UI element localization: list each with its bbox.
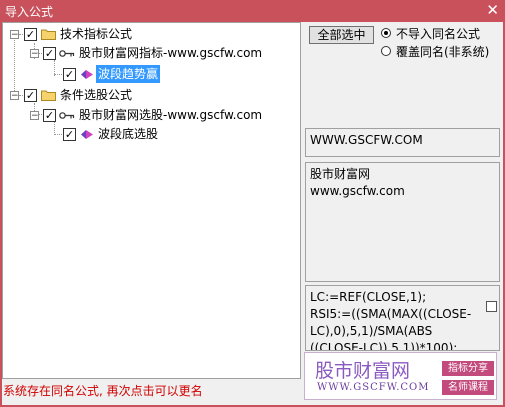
select-all-button[interactable]: 全部选中 — [309, 26, 374, 44]
collapse-icon[interactable]: − — [10, 91, 19, 101]
collapse-icon[interactable]: − — [30, 49, 39, 59]
code-line: ((CLOSE-LC)),5,1))*100); — [310, 341, 458, 351]
formula-code-box[interactable]: LC:=REF(CLOSE,1); RSI5:=((SMA(MAX((CLOSE… — [305, 285, 500, 351]
code-line: LC:=REF(CLOSE,1); — [310, 290, 427, 304]
folder-icon — [41, 29, 56, 40]
status-message: 系统存在同名公式, 再次点击可以更名 — [3, 384, 203, 398]
set-label: 股市财富网指标-www.gscfw.com — [79, 46, 263, 60]
code-line: LC),0),5,1)/SMA(ABS — [310, 324, 433, 338]
radio-overwrite-label: 覆盖同名(非系统) — [396, 45, 490, 59]
collapse-icon[interactable]: − — [30, 111, 39, 121]
radio-skip-label: 不导入同名公式 — [396, 27, 481, 41]
tree-formula-set[interactable]: − ✓ 股市财富网指标-www.gscfw.com — [3, 44, 293, 62]
watermark-tag: 指标分享 — [442, 361, 494, 376]
author-url: WWW.GSCFW.COM — [310, 133, 423, 147]
item-checkbox[interactable]: ✓ — [63, 68, 76, 81]
code-checkbox[interactable] — [486, 301, 497, 312]
formula-tree[interactable]: − ✓ 技术指标公式 − ✓ 股市财富网指标-www.gscfw.com ✓ 波… — [2, 22, 301, 379]
collapse-icon[interactable]: − — [10, 30, 19, 40]
radio-skip-duplicates[interactable] — [381, 28, 391, 38]
item-label-selected[interactable]: 波段趋势赢 — [96, 65, 161, 83]
watermark-url: WWW.GSCFW.COM — [317, 382, 430, 393]
tree-formula-set[interactable]: − ✓ 股市财富网选股-www.gscfw.com — [3, 106, 293, 124]
set-checkbox[interactable]: ✓ — [43, 47, 56, 60]
key-icon — [59, 112, 75, 119]
tree-group-screeners[interactable]: − ✓ 条件选股公式 — [3, 86, 293, 104]
group-label: 条件选股公式 — [60, 88, 133, 102]
title-bar: 导入公式 ✕ — [0, 0, 505, 22]
set-label: 股市财富网选股-www.gscfw.com — [79, 108, 263, 122]
watermark-name: 股市财富网 — [315, 360, 411, 382]
radio-overwrite[interactable] — [381, 46, 391, 56]
description-box: 股市财富网 www.gscfw.com — [305, 162, 500, 282]
formula-diamond-icon — [81, 130, 93, 139]
close-icon[interactable]: ✕ — [486, 1, 499, 19]
group-checkbox[interactable]: ✓ — [24, 89, 37, 102]
set-checkbox[interactable]: ✓ — [43, 109, 56, 122]
item-checkbox[interactable]: ✓ — [63, 128, 76, 141]
code-line: RSI5:=((SMA(MAX((CLOSE- — [310, 307, 472, 321]
tree-formula-item[interactable]: ✓ 波段趋势赢 — [3, 65, 293, 83]
group-label: 技术指标公式 — [60, 27, 133, 41]
description-line: 股市财富网 — [310, 167, 371, 181]
tree-formula-item[interactable]: ✓ 波段底选股 — [3, 125, 293, 143]
watermark-logo: 股市财富网 WWW.GSCFW.COM 指标分享 名师课程 — [304, 352, 497, 400]
item-label: 波段底选股 — [98, 127, 159, 141]
folder-icon — [41, 90, 56, 101]
author-box: WWW.GSCFW.COM — [305, 128, 500, 157]
formula-diamond-icon — [81, 70, 93, 79]
description-line: www.gscfw.com — [310, 184, 405, 198]
key-icon — [59, 50, 75, 57]
group-checkbox[interactable]: ✓ — [24, 28, 37, 41]
tree-group-indicators[interactable]: − ✓ 技术指标公式 — [3, 25, 293, 43]
watermark-tag: 名师课程 — [442, 380, 494, 395]
window-title: 导入公式 — [5, 5, 54, 19]
